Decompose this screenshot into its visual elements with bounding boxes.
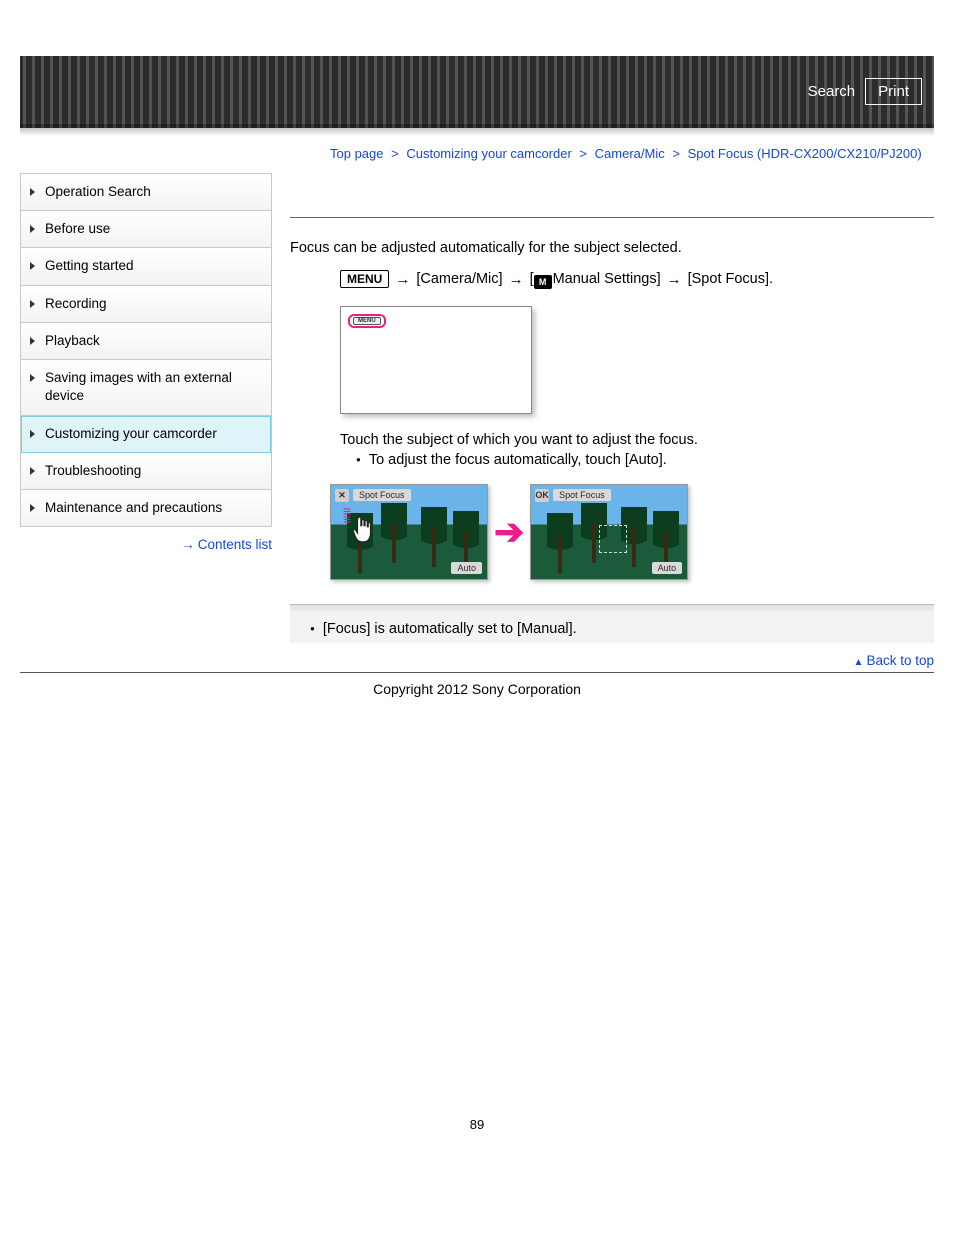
- instruction-text: Touch the subject of which you want to a…: [340, 432, 934, 448]
- sidebar-item-saving-images[interactable]: Saving images with an external device: [21, 360, 271, 415]
- hand-cursor-icon: [351, 515, 377, 545]
- menu-path: MENU [Camera/Mic] [MManual Settings] [Sp…: [340, 270, 934, 288]
- sidebar-item-before-use[interactable]: Before use: [21, 211, 271, 248]
- triangle-up-icon: ▲: [854, 657, 864, 668]
- note-text: [Focus] is automatically set to [Manual]…: [310, 621, 924, 637]
- divider: [290, 217, 934, 218]
- main-content: Focus can be adjusted automatically for …: [290, 173, 934, 668]
- sidebar-item-label: Troubleshooting: [45, 463, 141, 478]
- sidebar-item-recording[interactable]: Recording: [21, 286, 271, 323]
- menu-highlight-icon: MENU: [348, 314, 386, 328]
- sidebar-item-maintenance[interactable]: Maintenance and precautions: [21, 490, 271, 526]
- header-banner: Search Print: [20, 56, 934, 128]
- ok-icon: OK: [535, 489, 549, 502]
- breadcrumb-current: Spot Focus (HDR-CX200/CX210/PJ200): [688, 146, 922, 161]
- sidebar-item-troubleshooting[interactable]: Troubleshooting: [21, 453, 271, 490]
- back-to-top-label: Back to top: [866, 653, 934, 668]
- breadcrumb: Top page > Customizing your camcorder > …: [330, 146, 934, 161]
- sidebar-item-customizing[interactable]: Customizing your camcorder: [21, 416, 271, 453]
- instruction-bullet: To adjust the focus automatically, touch…: [356, 452, 934, 468]
- footer-divider: [20, 672, 934, 673]
- illustration-before: ✕ Spot Focus ≡≡ Auto: [330, 484, 488, 580]
- sidebar-item-label: Operation Search: [45, 184, 151, 199]
- screen-illustration: MENU: [340, 306, 532, 414]
- sidebar-item-label: Maintenance and precautions: [45, 500, 222, 515]
- breadcrumb-sep: >: [575, 146, 591, 161]
- touch-burst-icon: ≡≡: [343, 507, 351, 524]
- arrow-right-large-icon: ➔: [494, 514, 524, 550]
- sidebar-item-label: Saving images with an external device: [45, 370, 232, 403]
- contents-list-label: Contents list: [198, 537, 272, 552]
- manual-settings-icon: M: [534, 275, 552, 289]
- notes-section: [Focus] is automatically set to [Manual]…: [290, 604, 934, 643]
- breadcrumb-top[interactable]: Top page: [330, 146, 384, 161]
- breadcrumb-sep: >: [668, 146, 684, 161]
- focus-frame-icon: [599, 525, 627, 553]
- arrow-right-icon: [395, 271, 410, 288]
- sidebar-nav: Operation Search Before use Getting star…: [20, 173, 272, 527]
- spot-focus-label: Spot Focus: [353, 489, 411, 501]
- sidebar-item-label: Customizing your camcorder: [45, 426, 217, 441]
- auto-button-label: Auto: [451, 562, 482, 574]
- intro-text: Focus can be adjusted automatically for …: [290, 240, 934, 256]
- copyright-text: Copyright 2012 Sony Corporation: [20, 681, 934, 697]
- sidebar-item-label: Before use: [45, 221, 110, 236]
- sidebar-item-label: Playback: [45, 333, 100, 348]
- sidebar-item-getting-started[interactable]: Getting started: [21, 248, 271, 285]
- back-to-top-link[interactable]: ▲Back to top: [290, 653, 934, 668]
- breadcrumb-category-2[interactable]: Camera/Mic: [595, 146, 665, 161]
- print-button[interactable]: Print: [865, 78, 922, 105]
- illustration-after: OK Spot Focus Auto: [530, 484, 688, 580]
- path-spot-focus: [Spot Focus].: [688, 271, 773, 287]
- illustration-row: ✕ Spot Focus ≡≡ Auto ➔ OK Spot Focus: [330, 484, 934, 580]
- path-manual-settings: [MManual Settings]: [530, 271, 661, 288]
- sidebar-item-operation-search[interactable]: Operation Search: [21, 174, 271, 211]
- sidebar-item-playback[interactable]: Playback: [21, 323, 271, 360]
- spot-focus-label: Spot Focus: [553, 489, 611, 501]
- breadcrumb-sep: >: [387, 146, 403, 161]
- menu-box-icon: MENU: [340, 270, 389, 288]
- contents-list-link[interactable]: →Contents list: [20, 537, 272, 552]
- page-number: 89: [20, 1117, 934, 1132]
- breadcrumb-category-1[interactable]: Customizing your camcorder: [406, 146, 571, 161]
- search-link[interactable]: Search: [808, 83, 856, 100]
- sidebar-item-label: Getting started: [45, 258, 134, 273]
- arrow-right-icon: [667, 271, 682, 288]
- sidebar-item-label: Recording: [45, 296, 107, 311]
- path-camera-mic: [Camera/Mic]: [416, 271, 502, 287]
- auto-button-label: Auto: [652, 562, 683, 574]
- arrow-right-icon: →: [181, 537, 195, 552]
- close-icon: ✕: [335, 489, 349, 502]
- arrow-right-icon: [509, 271, 524, 288]
